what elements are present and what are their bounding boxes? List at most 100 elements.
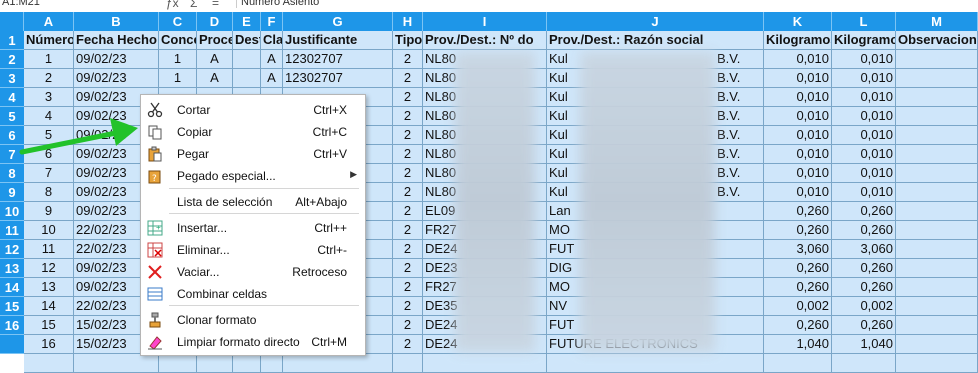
menu-clear-direct-format[interactable]: Limpiar formato directo Ctrl+M (141, 331, 365, 353)
table-cell[interactable]: 2 (393, 297, 423, 316)
table-cell[interactable]: 0,010 (832, 88, 896, 107)
table-cell[interactable]: A (197, 69, 233, 88)
row-header[interactable]: 9 (0, 183, 24, 202)
table-cell[interactable]: 0,002 (832, 297, 896, 316)
table-cell[interactable]: 0,010 (832, 164, 896, 183)
table-cell[interactable]: 1 (24, 50, 74, 69)
table-cell[interactable] (896, 278, 978, 297)
select-all-corner[interactable] (0, 12, 24, 31)
menu-selection-list[interactable]: Lista de selección Alt+Abajo (141, 191, 365, 213)
table-cell[interactable] (393, 354, 423, 373)
menu-clear[interactable]: Vaciar... Retroceso (141, 261, 365, 283)
table-cell[interactable] (423, 354, 547, 373)
table-cell[interactable] (896, 107, 978, 126)
column-header-b[interactable]: B (74, 12, 159, 31)
table-cell[interactable]: 5 (24, 126, 74, 145)
table-cell[interactable]: 12 (24, 259, 74, 278)
table-cell[interactable] (896, 183, 978, 202)
table-cell[interactable]: 0,010 (764, 183, 832, 202)
menu-delete[interactable]: Eliminar... Ctrl+- (141, 239, 365, 261)
row-header[interactable]: 3 (0, 69, 24, 88)
sum-icon[interactable]: Σ (190, 0, 197, 10)
table-cell[interactable]: 2 (393, 145, 423, 164)
column-header-k[interactable]: K (764, 12, 832, 31)
table-cell[interactable]: 15 (24, 316, 74, 335)
column-header-c[interactable]: C (159, 12, 197, 31)
table-cell[interactable] (896, 221, 978, 240)
table-cell[interactable]: 11 (24, 240, 74, 259)
table-cell[interactable]: 1,040 (764, 335, 832, 354)
table-cell[interactable]: 0,260 (832, 278, 896, 297)
menu-paste-special[interactable]: ? Pegado especial... ▶ (141, 165, 365, 187)
table-cell[interactable] (896, 88, 978, 107)
table-cell[interactable] (233, 354, 261, 373)
table-cell[interactable] (283, 354, 393, 373)
table-cell[interactable] (832, 354, 896, 373)
table-cell[interactable]: 2 (393, 107, 423, 126)
table-cell[interactable]: 0,010 (832, 183, 896, 202)
row-header[interactable]: 13 (0, 259, 24, 278)
table-cell[interactable]: 0,260 (832, 316, 896, 335)
table-cell[interactable]: 7 (24, 164, 74, 183)
table-cell[interactable]: 16 (24, 335, 74, 354)
table-cell[interactable]: 10 (24, 221, 74, 240)
table-cell[interactable] (896, 259, 978, 278)
header-cell-i[interactable]: Prov./Dest.: Nº do (423, 31, 547, 50)
table-cell[interactable]: 8 (24, 183, 74, 202)
table-cell[interactable]: 9 (24, 202, 74, 221)
table-cell[interactable]: 2 (393, 335, 423, 354)
table-cell[interactable] (896, 240, 978, 259)
table-cell[interactable]: 2 (393, 240, 423, 259)
table-cell[interactable]: 0,002 (764, 297, 832, 316)
column-header-a[interactable]: A (24, 12, 74, 31)
function-wizard-icon[interactable]: ƒx (166, 0, 179, 10)
table-cell[interactable]: 2 (393, 164, 423, 183)
column-header-d[interactable]: D (197, 12, 233, 31)
table-cell[interactable]: 0,010 (832, 126, 896, 145)
table-cell[interactable]: 0,010 (764, 126, 832, 145)
header-cell-k[interactable]: Kilogramos (764, 31, 832, 50)
table-cell[interactable]: 2 (393, 183, 423, 202)
table-cell[interactable] (896, 316, 978, 335)
table-cell[interactable]: 14 (24, 297, 74, 316)
table-cell[interactable] (764, 354, 832, 373)
row-header[interactable]: 14 (0, 278, 24, 297)
row-header[interactable]: 10 (0, 202, 24, 221)
column-header-e[interactable]: E (233, 12, 261, 31)
menu-cut[interactable]: Cortar Ctrl+X (141, 99, 365, 121)
table-cell[interactable] (197, 354, 233, 373)
table-cell[interactable] (24, 354, 74, 373)
row-header[interactable] (0, 335, 24, 354)
table-cell[interactable] (896, 202, 978, 221)
table-cell[interactable]: 0,260 (764, 278, 832, 297)
header-cell-h[interactable]: Tipo (393, 31, 423, 50)
formula-icon[interactable]: = (212, 0, 219, 10)
table-cell[interactable]: 0,260 (764, 221, 832, 240)
table-cell[interactable]: 12302707 (283, 50, 393, 69)
column-header-h[interactable]: H (393, 12, 423, 31)
header-cell-l[interactable]: Kilogramos (832, 31, 896, 50)
table-cell[interactable]: A (261, 50, 283, 69)
table-cell[interactable]: 2 (393, 50, 423, 69)
header-cell-b[interactable]: Fecha Hecho (74, 31, 159, 50)
table-cell[interactable]: 0,260 (832, 221, 896, 240)
table-cell[interactable] (896, 126, 978, 145)
row-header[interactable]: 4 (0, 88, 24, 107)
header-cell-g[interactable]: Justificante (283, 31, 393, 50)
table-cell[interactable]: 0,010 (832, 145, 896, 164)
table-cell[interactable]: 2 (393, 316, 423, 335)
menu-clone-format[interactable]: Clonar formato (141, 309, 365, 331)
row-header[interactable]: 16 (0, 316, 24, 335)
table-cell[interactable]: 0,260 (764, 316, 832, 335)
menu-paste[interactable]: Pegar Ctrl+V (141, 143, 365, 165)
table-cell[interactable] (547, 354, 764, 373)
table-cell[interactable]: A (197, 50, 233, 69)
header-cell-m[interactable]: Observaciones (896, 31, 978, 50)
table-cell[interactable]: 0,260 (832, 202, 896, 221)
header-cell-d[interactable]: Procedencia (197, 31, 233, 50)
table-cell[interactable]: 0,260 (764, 259, 832, 278)
table-cell[interactable]: 2 (393, 202, 423, 221)
formula-input[interactable]: Número Asiento (236, 0, 978, 8)
table-cell[interactable] (896, 69, 978, 88)
header-cell-e[interactable]: Destino (233, 31, 261, 50)
